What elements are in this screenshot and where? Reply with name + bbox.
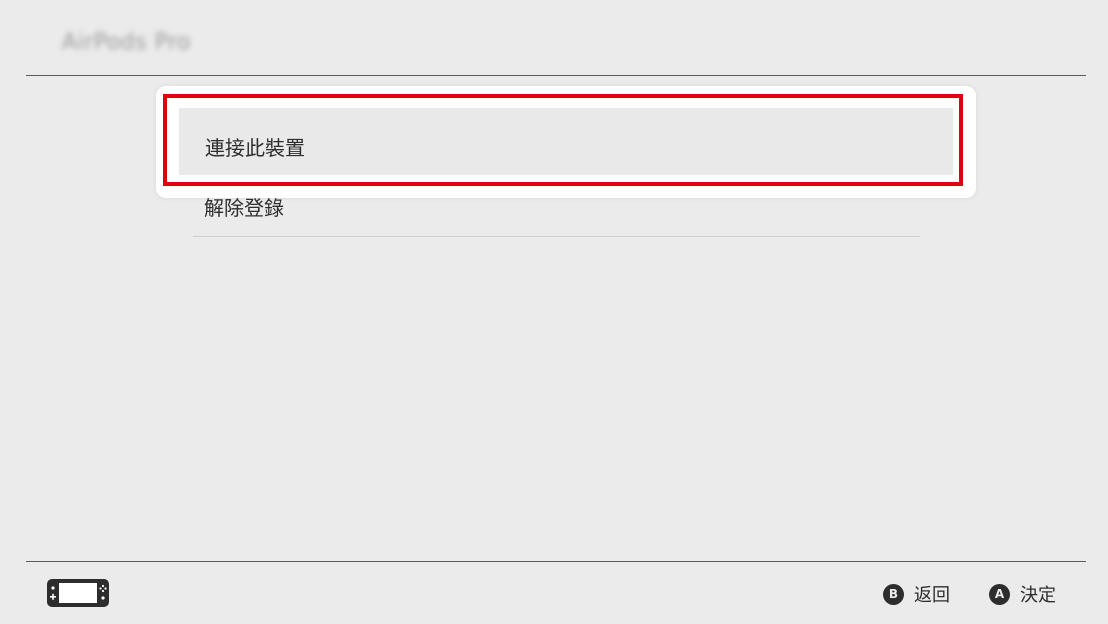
back-action[interactable]: B 返回 [883,581,950,607]
page-title: AirPods Pro [62,30,191,55]
menu-item-divider [193,236,920,237]
header-divider [26,75,1086,76]
a-button-icon: A [989,583,1010,605]
confirm-action[interactable]: A 決定 [989,581,1056,607]
b-button-icon: B [883,583,904,605]
menu-item-unregister-label[interactable]: 解除登錄 [204,196,284,220]
menu-item-connect-label[interactable]: 連接此裝置 [205,132,305,161]
confirm-label: 決定 [1020,585,1056,606]
handheld-console-icon [47,579,109,607]
back-label: 返回 [914,585,950,606]
footer-divider [26,561,1086,562]
